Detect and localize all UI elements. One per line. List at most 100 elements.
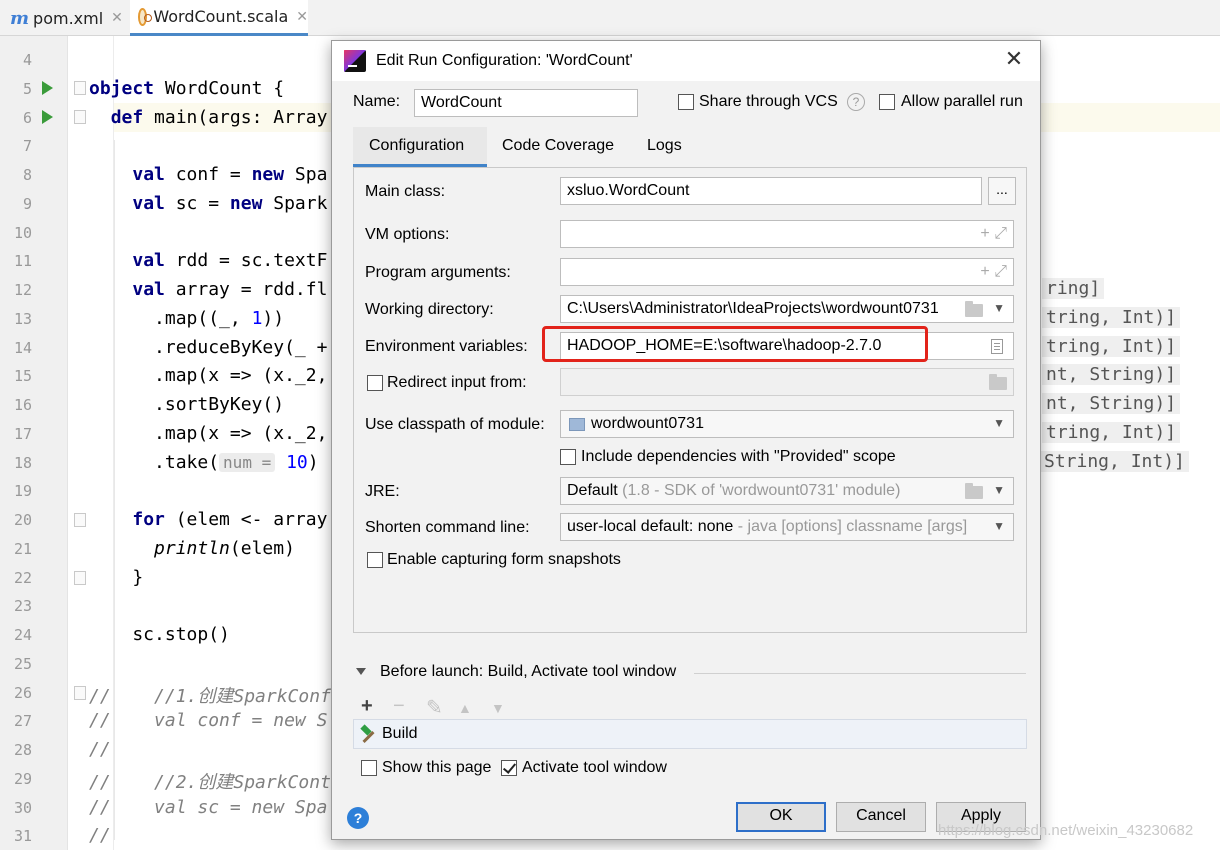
program-args-label: Program arguments: [365,264,511,281]
tab-code-coverage[interactable]: Code Coverage [486,127,630,167]
code-line: .map(x => (x._2, [89,365,328,387]
shorten-value: user-local default: none [567,518,734,535]
edit-env-vars-icon[interactable] [991,339,1003,354]
chevron-down-icon[interactable]: ▼ [993,301,1005,315]
line-number: 6 [22,108,32,127]
code-line: // val sc = new Spa [89,796,328,818]
inlay-hint: tring, Int)] [1042,335,1181,357]
program-args-field[interactable]: + ⤢ [560,258,1014,286]
fold-marker-icon[interactable] [74,571,86,585]
allow-parallel-checkbox[interactable] [879,94,895,110]
run-gutter-icon[interactable] [42,110,53,124]
fold-marker-icon[interactable] [74,81,86,95]
line-number: 18 [13,453,32,472]
edit-pencil-icon: ✎ [426,697,443,719]
inlay-hint: tring, Int)] [1042,306,1181,328]
code-line: def main(args: Array [110,106,328,128]
inlay-hint: String, Int)] [1040,450,1189,472]
chevron-down-icon[interactable]: ▼ [993,416,1005,430]
ok-button[interactable]: OK [736,802,826,832]
help-icon[interactable]: ? [847,93,865,111]
close-icon[interactable]: ✕ [296,9,308,25]
code-line: // val conf = new S [89,710,328,732]
browse-main-class-button[interactable]: ... [988,177,1016,205]
name-field[interactable]: WordCount [414,89,638,117]
line-number: 24 [13,626,32,644]
close-icon[interactable]: ✕ [111,10,123,26]
show-page-checkbox[interactable] [361,760,377,776]
folder-icon[interactable] [965,483,983,499]
inlay-hint: nt, String)] [1042,364,1181,386]
chevron-down-icon[interactable]: ▼ [993,519,1005,533]
cancel-button[interactable]: Cancel [836,802,926,832]
expand-icon[interactable]: + ⤢ [980,225,1007,243]
classpath-select[interactable]: wordwount0731 ▼ [560,410,1014,438]
redirect-input-checkbox[interactable] [367,375,383,391]
folder-icon [989,374,1007,390]
line-number: 5 [22,79,32,98]
before-launch-title[interactable]: Before launch: Build, Activate tool wind… [380,663,676,681]
move-up-icon: ▲ [458,700,472,716]
fold-marker-icon[interactable] [74,513,86,527]
line-number: 27 [13,712,32,731]
working-dir-value: C:\Users\Administrator\IdeaProjects\word… [567,300,939,317]
tab-wordcount-scala[interactable]: WordCount.scala ✕ [130,0,308,36]
shorten-cmd-select[interactable]: user-local default: none - java [options… [560,513,1014,541]
share-vcs-checkbox[interactable] [678,94,694,110]
include-provided-checkbox[interactable] [560,449,576,465]
code-line: // //1.创建SparkConf [89,685,331,707]
code-line: } [89,566,144,588]
activate-tool-checkbox[interactable] [501,760,517,776]
tab-label: pom.xml [33,8,104,28]
line-number: 26 [13,683,32,702]
vm-options-label: VM options: [365,226,450,243]
edit-run-configuration-dialog: Edit Run Configuration: 'WordCount' ✕ Na… [331,40,1041,840]
code-line: .map(x => (x._2, [89,422,328,444]
jre-select[interactable]: Default (1.8 - SDK of 'wordwount0731' mo… [560,477,1014,505]
collapse-icon[interactable] [356,668,366,675]
code-line: // [89,825,111,847]
code-line: .sortByKey() [89,394,285,415]
chevron-down-icon[interactable]: ▼ [993,483,1005,497]
vm-options-field[interactable]: + ⤢ [560,220,1014,248]
line-number: 16 [13,396,32,414]
line-number: 19 [13,482,32,501]
close-icon[interactable]: ✕ [1002,47,1026,71]
line-number: 4 [22,51,32,69]
line-number: 7 [22,137,32,156]
redirect-input-field [560,368,1014,396]
run-gutter-icon[interactable] [42,81,53,95]
share-vcs-label: Share through VCS [699,93,838,110]
tab-logs[interactable]: Logs [631,127,698,167]
fold-marker-icon[interactable] [74,686,86,700]
code-line: .reduceByKey(_ + [89,336,328,358]
tab-pom-xml[interactable]: m pom.xml ✕ [10,0,123,36]
configuration-panel: Main class: xsluo.WordCount ... VM optio… [353,167,1027,633]
before-launch-item-build[interactable]: Build [382,725,418,743]
divider [694,673,1026,674]
code-line: val array = rdd.fl [132,279,328,300]
name-label: Name: [353,93,401,110]
code-line: val conf = new Spa [132,164,328,185]
watermark: https://blog.csdn.net/weixin_43230682 [938,822,1194,839]
code-line: for (elem <- array [132,509,328,530]
line-number: 13 [13,309,32,328]
line-number: 28 [13,741,32,759]
line-number: 17 [13,424,32,443]
shorten-cmd-label: Shorten command line: [365,519,530,536]
code-line: .take(num = 10) [89,451,319,473]
snapshots-checkbox[interactable] [367,552,383,568]
add-icon[interactable]: + [361,695,373,718]
folder-icon[interactable] [965,301,983,317]
tab-configuration[interactable]: Configuration [353,127,487,167]
code-line: val sc = new Spark [132,192,328,214]
maven-icon: m [10,7,30,29]
inlay-hint: nt, String)] [1042,393,1181,414]
expand-icon[interactable]: + ⤢ [980,263,1007,281]
main-class-field[interactable]: xsluo.WordCount [560,177,982,205]
inlay-hint: ring] [1042,278,1105,299]
working-dir-field[interactable]: C:\Users\Administrator\IdeaProjects\word… [560,295,1014,323]
snapshots-label: Enable capturing form snapshots [387,551,621,568]
help-icon[interactable]: ? [347,807,369,829]
fold-marker-icon[interactable] [74,110,86,124]
